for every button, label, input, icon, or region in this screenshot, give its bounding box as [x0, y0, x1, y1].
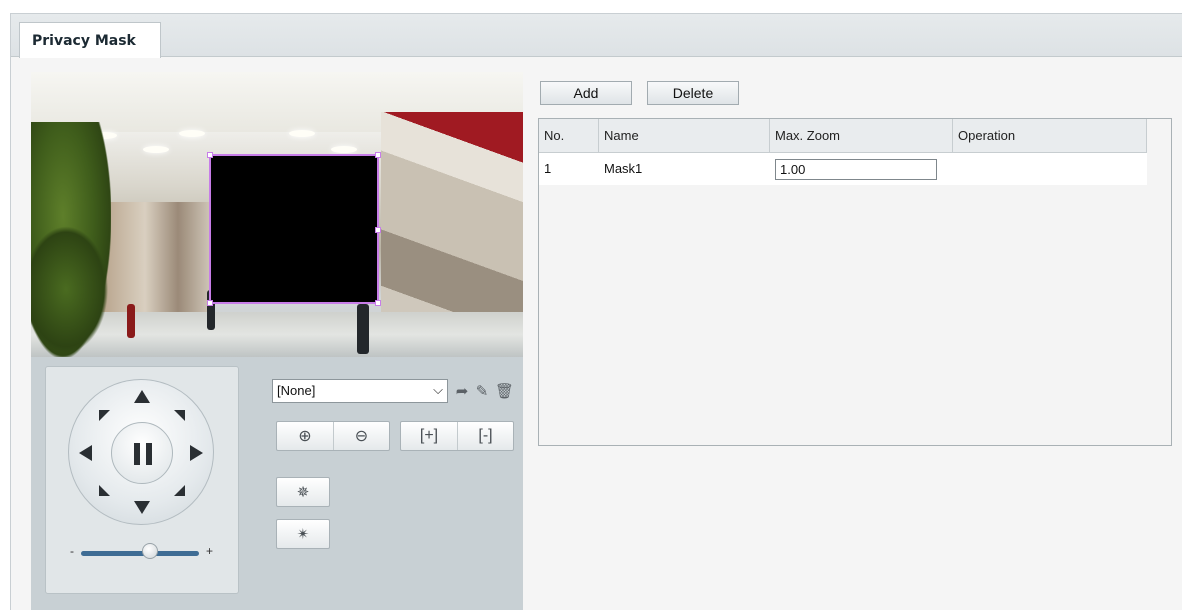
ptz-down-left-icon[interactable]: [99, 485, 110, 496]
column-header-name: Name: [599, 119, 770, 153]
live-video-view[interactable]: [31, 72, 523, 357]
privacy-mask-frame: Privacy Mask - + [None] ⌵ ➦ ✎ 🗑 ⊕ ⊖ [+] …: [10, 13, 1182, 610]
zoom-in-icon[interactable]: ⊕: [277, 422, 333, 450]
ptz-control-panel: - + [None] ⌵ ➦ ✎ 🗑 ⊕ ⊖ [+] [-] ✵ ✴: [31, 357, 523, 610]
ptz-down-right-icon[interactable]: [174, 485, 185, 496]
mask-table: No. Name Max. Zoom Operation 1 Mask1: [538, 118, 1172, 446]
ceiling-light: [331, 146, 357, 153]
video-shops-right: [381, 112, 523, 342]
cell-operation: [953, 153, 1147, 185]
ceiling-light: [179, 130, 205, 137]
speed-minus-label: -: [70, 544, 74, 558]
ptz-left-icon[interactable]: [79, 445, 92, 461]
privacy-mask-region[interactable]: [207, 152, 381, 306]
cell-name: Mask1: [604, 161, 643, 176]
mask-resize-handle[interactable]: [207, 152, 213, 158]
video-person: [357, 304, 369, 354]
mask-resize-handle[interactable]: [375, 227, 381, 233]
pencil-icon[interactable]: ✎: [473, 383, 491, 401]
table-header: No. Name Max. Zoom Operation: [539, 119, 1147, 153]
table-row[interactable]: 1 Mask1: [539, 153, 1147, 185]
column-header-no: No.: [539, 119, 599, 153]
mask-resize-handle[interactable]: [375, 152, 381, 158]
preset-select-value: [None]: [277, 383, 316, 398]
column-header-operation: Operation: [953, 119, 1147, 153]
trash-icon[interactable]: 🗑: [495, 383, 514, 401]
zoom-button-group: ⊕ ⊖: [276, 421, 390, 451]
ptz-up-icon[interactable]: [134, 390, 150, 403]
add-button[interactable]: Add: [540, 81, 632, 105]
focus-button-group: [+] [-]: [400, 421, 514, 451]
wiper-icon[interactable]: ✴: [276, 519, 330, 549]
cell-no: 1: [544, 161, 552, 176]
ptz-up-right-icon[interactable]: [174, 410, 185, 421]
ptz-direction-dial[interactable]: [68, 379, 214, 525]
zoom-out-icon[interactable]: ⊖: [333, 422, 389, 450]
tab-privacy-mask[interactable]: Privacy Mask: [19, 22, 161, 58]
pause-icon: [134, 443, 152, 465]
mask-resize-handle[interactable]: [375, 300, 381, 306]
video-person: [127, 304, 135, 338]
ptz-up-left-icon[interactable]: [99, 410, 110, 421]
focus-near-icon[interactable]: [+]: [401, 422, 457, 450]
delete-button[interactable]: Delete: [647, 81, 739, 105]
arrow-forward-icon[interactable]: ➦: [453, 383, 471, 401]
chevron-down-icon: ⌵: [433, 382, 443, 397]
focus-far-icon[interactable]: [-]: [457, 422, 513, 450]
ptz-direction-panel: - +: [45, 366, 239, 594]
ptz-stop-button[interactable]: [111, 422, 173, 484]
ceiling-light: [289, 130, 315, 137]
ptz-right-icon[interactable]: [190, 445, 203, 461]
ptz-speed-slider-track[interactable]: [81, 551, 199, 556]
light-icon[interactable]: ✵: [276, 477, 330, 507]
preset-select[interactable]: [None] ⌵: [272, 379, 448, 403]
ceiling-light: [143, 146, 169, 153]
video-tree: [31, 222, 111, 357]
mask-resize-handle[interactable]: [207, 300, 213, 306]
tab-bar: Privacy Mask: [11, 14, 1182, 58]
ptz-speed-slider-handle[interactable]: [142, 543, 158, 559]
column-header-max-zoom: Max. Zoom: [770, 119, 953, 153]
speed-plus-label: +: [206, 544, 214, 558]
max-zoom-input[interactable]: [775, 159, 937, 180]
ptz-down-icon[interactable]: [134, 501, 150, 514]
